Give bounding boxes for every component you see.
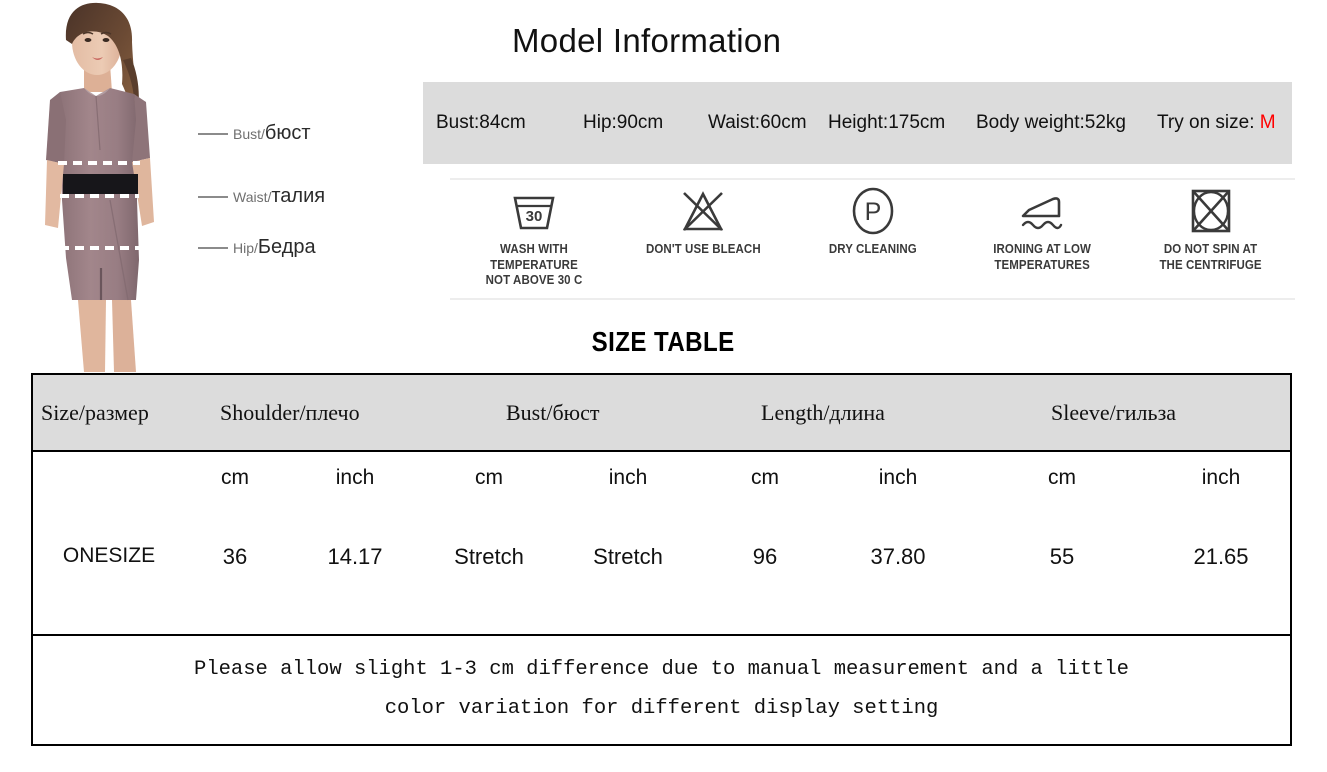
annotation-bust: Bust/ бюст — [198, 122, 311, 145]
model-information-band: Bust:84cm Hip:90cm Waist:60cm Height:175… — [423, 82, 1292, 164]
size-chart-page: Bust/ бюст Waist/ талия Hip/ Бедра Model… — [0, 0, 1327, 772]
size-table: Size/размер Shoulder/плечо Bust/бюст Len… — [31, 373, 1292, 746]
disclaimer-line-2: color variation for different display se… — [384, 697, 939, 720]
dry-cleaning-p-circle-icon: P — [846, 186, 900, 236]
size-table-body: cm inch cm inch cm inch cm inch ONESIZE … — [33, 452, 1290, 636]
size-table-title-text: SIZE TABLE — [591, 326, 735, 357]
unit-sleeve-inch: inch — [1201, 466, 1241, 489]
try-on-size-label: Try on size: — [1157, 112, 1255, 133]
row-bust-inch: Stretch — [593, 544, 663, 569]
no-bleach-triangle-icon — [676, 186, 730, 236]
row-sleeve-cm: 55 — [1049, 544, 1075, 569]
annotation-bust-ru: бюст — [264, 122, 311, 144]
row-length-inch: 37.80 — [870, 544, 926, 569]
care-divider-top — [450, 178, 1295, 180]
annotation-waist: Waist/ талия — [198, 185, 325, 208]
annotation-hip-ru: Бедра — [257, 236, 316, 258]
care-label-dry-cleaning: DRY CLEANING — [828, 242, 917, 256]
annotation-waist-ru: талия — [271, 185, 326, 207]
row-shoulder-inch: 14.17 — [327, 544, 383, 569]
size-table-header-length: Length/длина — [761, 399, 885, 425]
care-label-ironing: IRONING AT LOW TEMPERATURES — [992, 242, 1091, 272]
size-table-header-sleeve: Sleeve/гильза — [1051, 399, 1177, 425]
table-row: ONESIZE 36 14.17 Stretch Stretch 96 37.8… — [33, 544, 1294, 584]
size-table-header-bust: Bust/бюст — [506, 399, 600, 425]
unit-shoulder-inch: inch — [335, 466, 375, 489]
unit-bust-inch: inch — [608, 466, 648, 489]
svg-text:30: 30 — [526, 208, 543, 225]
measurement-disclaimer: Please allow slight 1-3 cm difference du… — [54, 651, 1269, 729]
svg-text:P: P — [864, 198, 881, 226]
model-try-on-size: Try on size: M — [1157, 112, 1276, 134]
model-waist: Waist:60cm — [708, 112, 807, 133]
model-measurements-row: Bust:84cm Hip:90cm Waist:60cm Height:175… — [423, 82, 1292, 164]
row-shoulder-cm: 36 — [222, 544, 248, 569]
care-label-wash: WASH WITH TEMPERATURE NOT ABOVE 30 C — [485, 242, 583, 288]
try-on-size-value: M — [1259, 112, 1276, 133]
model-body-weight: Body weight:52kg — [976, 112, 1126, 133]
unit-length-inch: inch — [878, 466, 918, 489]
model-hip: Hip:90cm — [583, 112, 664, 133]
no-tumble-spin-icon — [1184, 186, 1238, 236]
disclaimer-line-1: Please allow slight 1-3 cm difference du… — [194, 658, 1129, 682]
unit-shoulder-cm: cm — [221, 466, 249, 489]
care-label-spin: DO NOT SPIN AT THE CENTRIFUGE — [1159, 242, 1263, 272]
annotation-hip: Hip/ Бедра — [198, 236, 316, 259]
annotation-bust-en: Bust/ — [233, 126, 265, 142]
care-instructions-panel: 30 WASH WITH TEMPERATURE NOT ABOVE 30 C … — [450, 178, 1295, 300]
care-item-ironing: IRONING AT LOW TEMPERATURES — [958, 186, 1126, 273]
iron-low-temperature-icon — [1013, 186, 1071, 236]
annotation-hip-en: Hip/ — [233, 240, 258, 256]
annotation-waist-en: Waist/ — [233, 189, 272, 205]
unit-sleeve-cm: cm — [1048, 466, 1076, 489]
leader-line-waist — [198, 195, 228, 198]
care-item-bleach: DON'T USE BLEACH — [619, 186, 787, 258]
care-label-bleach: DON'T USE BLEACH — [645, 242, 761, 256]
leader-line-hip — [198, 246, 228, 249]
size-table-header-size: Size/размер — [41, 399, 149, 425]
size-table-unit-row: cm inch cm inch cm inch cm inch — [33, 466, 1294, 506]
row-length-cm: 96 — [752, 544, 778, 569]
care-item-dry-cleaning: P DRY CLEANING — [789, 186, 957, 258]
size-table-header-row: Size/размер Shoulder/плечо Bust/бюст Len… — [33, 375, 1290, 452]
row-sleeve-inch: 21.65 — [1193, 544, 1249, 569]
model-bust: Bust:84cm — [436, 112, 526, 133]
care-divider-bottom — [450, 298, 1295, 300]
size-table-title: SIZE TABLE — [0, 326, 1327, 358]
care-item-wash: 30 WASH WITH TEMPERATURE NOT ABOVE 30 C — [450, 186, 618, 289]
size-table-header-shoulder: Shoulder/плечо — [220, 399, 360, 425]
unit-length-cm: cm — [751, 466, 779, 489]
size-table-footer: Please allow slight 1-3 cm difference du… — [33, 636, 1290, 744]
unit-bust-cm: cm — [475, 466, 503, 489]
model-height: Height:175cm — [828, 112, 946, 133]
care-instructions-list: 30 WASH WITH TEMPERATURE NOT ABOVE 30 C … — [450, 186, 1295, 292]
model-information-title: Model Information — [512, 22, 782, 59]
leader-line-bust — [198, 132, 228, 135]
care-item-spin: DO NOT SPIN AT THE CENTRIFUGE — [1127, 186, 1295, 273]
row-size-name: ONESIZE — [62, 544, 156, 567]
wash-tub-30-icon: 30 — [507, 186, 561, 236]
row-bust-cm: Stretch — [454, 544, 524, 569]
